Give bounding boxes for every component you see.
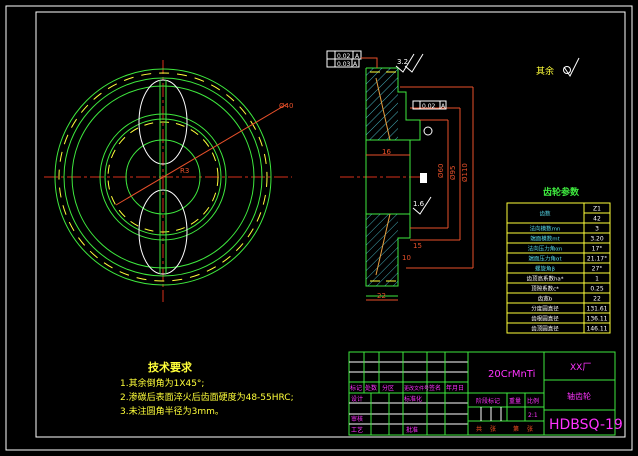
tb-header-sign: 签名 xyxy=(429,384,441,392)
param-label: 齿顶圆直径 xyxy=(531,325,559,333)
front-dia-label: Ø40 xyxy=(279,102,293,110)
tb-sheet-unit: 张 xyxy=(527,425,533,433)
tb-stage: 阶段标记 xyxy=(476,397,500,405)
param-label: 齿数 xyxy=(539,210,551,218)
param-label: 齿根圆直径 xyxy=(531,315,559,323)
param-value: 3 xyxy=(595,226,599,233)
tech-item-3: 3.未注圆角半径为3mm。 xyxy=(120,405,224,417)
cad-drawing: Ø40 R3 Ø110 Ø95 Ø60 16 15 10 22 1.6 3.2 xyxy=(5,5,633,451)
param-label: 分度圆直径 xyxy=(531,305,559,313)
title-block: 标记 处数 分区 更改文件号 签名 年月日 设计 标准化 审核 工艺 批准 阶段… xyxy=(348,351,623,436)
tech-item-2: 2.渗碳后表面淬火后齿面硬度为48-55HRC; xyxy=(120,391,294,403)
dim-10: 10 xyxy=(402,254,411,262)
tb-company: XX厂 xyxy=(570,362,591,373)
svg-text:0.02: 0.02 xyxy=(422,103,436,110)
tb-header-zone: 分区 xyxy=(382,384,394,392)
tolerance-frame-1: 0.02 A 0.03 A xyxy=(326,50,378,68)
param-label: 法向压力角αn xyxy=(528,245,563,253)
tech-title: 技术要求 xyxy=(148,360,193,374)
tech-item-1: 1.其余倒角为1X45°; xyxy=(120,377,204,389)
param-value: 1 xyxy=(595,276,599,283)
svg-text:0.03: 0.03 xyxy=(337,61,351,68)
param-value: 27° xyxy=(592,266,603,273)
tolerance-frame-2: 0.02 A xyxy=(412,100,447,110)
param-label: 齿宽b xyxy=(538,295,553,303)
tb-part-name: 轴齿轮 xyxy=(567,391,591,401)
tb-material: 20CrMnTi xyxy=(488,369,535,380)
tb-check: 审核 xyxy=(351,415,363,423)
dim-dia2: Ø95 xyxy=(449,166,457,180)
tb-drawing-no: HDBSQ-19 xyxy=(549,417,623,433)
param-label: 端面模数mt xyxy=(530,235,560,243)
front-radius-label: R3 xyxy=(180,167,189,175)
dim-dia3: Ø110 xyxy=(461,163,469,182)
tb-sheets-unit: 张 xyxy=(490,425,496,433)
front-view: Ø40 R3 xyxy=(44,60,293,302)
tb-design: 设计 xyxy=(351,395,363,403)
param-value: 131.61 xyxy=(587,306,608,313)
tb-header-mark: 标记 xyxy=(350,384,362,392)
param-value: 0.25 xyxy=(590,286,604,293)
param-label: 齿顶高系数ha* xyxy=(526,275,563,283)
section-view: Ø110 Ø95 Ø60 16 15 10 22 1.6 3.2 0.02 A … xyxy=(326,50,474,301)
param-value: 136.11 xyxy=(587,316,608,323)
dim-15: 15 xyxy=(413,242,422,250)
param-value: 146.11 xyxy=(587,326,608,333)
tb-header-date: 年月日 xyxy=(446,384,464,392)
gear-params-title: 齿轮参数 xyxy=(543,186,580,198)
roughness-note: 其余 xyxy=(536,65,554,77)
tb-sheets-total: 共 xyxy=(476,425,482,433)
roughness-top: 3.2 xyxy=(397,58,408,66)
param-value: 21.17° xyxy=(587,256,607,263)
dim-16: 16 xyxy=(382,148,391,156)
param-label: 顶隙系数c* xyxy=(531,285,559,293)
param-value: Z1 xyxy=(593,206,601,213)
tb-sheet-no: 第 xyxy=(513,425,519,433)
param-label: 端面压力角αt xyxy=(528,255,562,263)
dim-22: 22 xyxy=(377,292,386,300)
param-value: 42 xyxy=(593,216,601,223)
tb-process: 工艺 xyxy=(351,426,363,434)
tb-header-count: 处数 xyxy=(365,384,377,392)
tb-scale-label: 比例 xyxy=(527,397,539,405)
param-label: 螺旋角β xyxy=(535,265,556,273)
param-label: 法向模数mn xyxy=(530,225,561,233)
param-value: 17° xyxy=(592,246,603,253)
param-value: 3.20 xyxy=(590,236,604,243)
tb-standard: 标准化 xyxy=(404,395,422,403)
tb-approve: 批准 xyxy=(406,426,418,434)
dim-dia1: Ø60 xyxy=(437,164,445,178)
tech-requirements: 技术要求 1.其余倒角为1X45°; 2.渗碳后表面淬火后齿面硬度为48-55H… xyxy=(120,360,294,417)
roughness-1-6: 1.6 xyxy=(413,200,425,208)
tb-header-change-doc: 更改文件号 xyxy=(404,385,429,392)
tb-scale: 2:1 xyxy=(528,412,538,419)
tb-weight: 重量 xyxy=(509,397,521,405)
gear-params-table: 齿轮参数 齿数 Z1 42 法向模数mn 3 端面模数mt 3.20 法向压力角αn 17° 端面… xyxy=(506,186,611,334)
param-value: 22 xyxy=(593,296,601,303)
